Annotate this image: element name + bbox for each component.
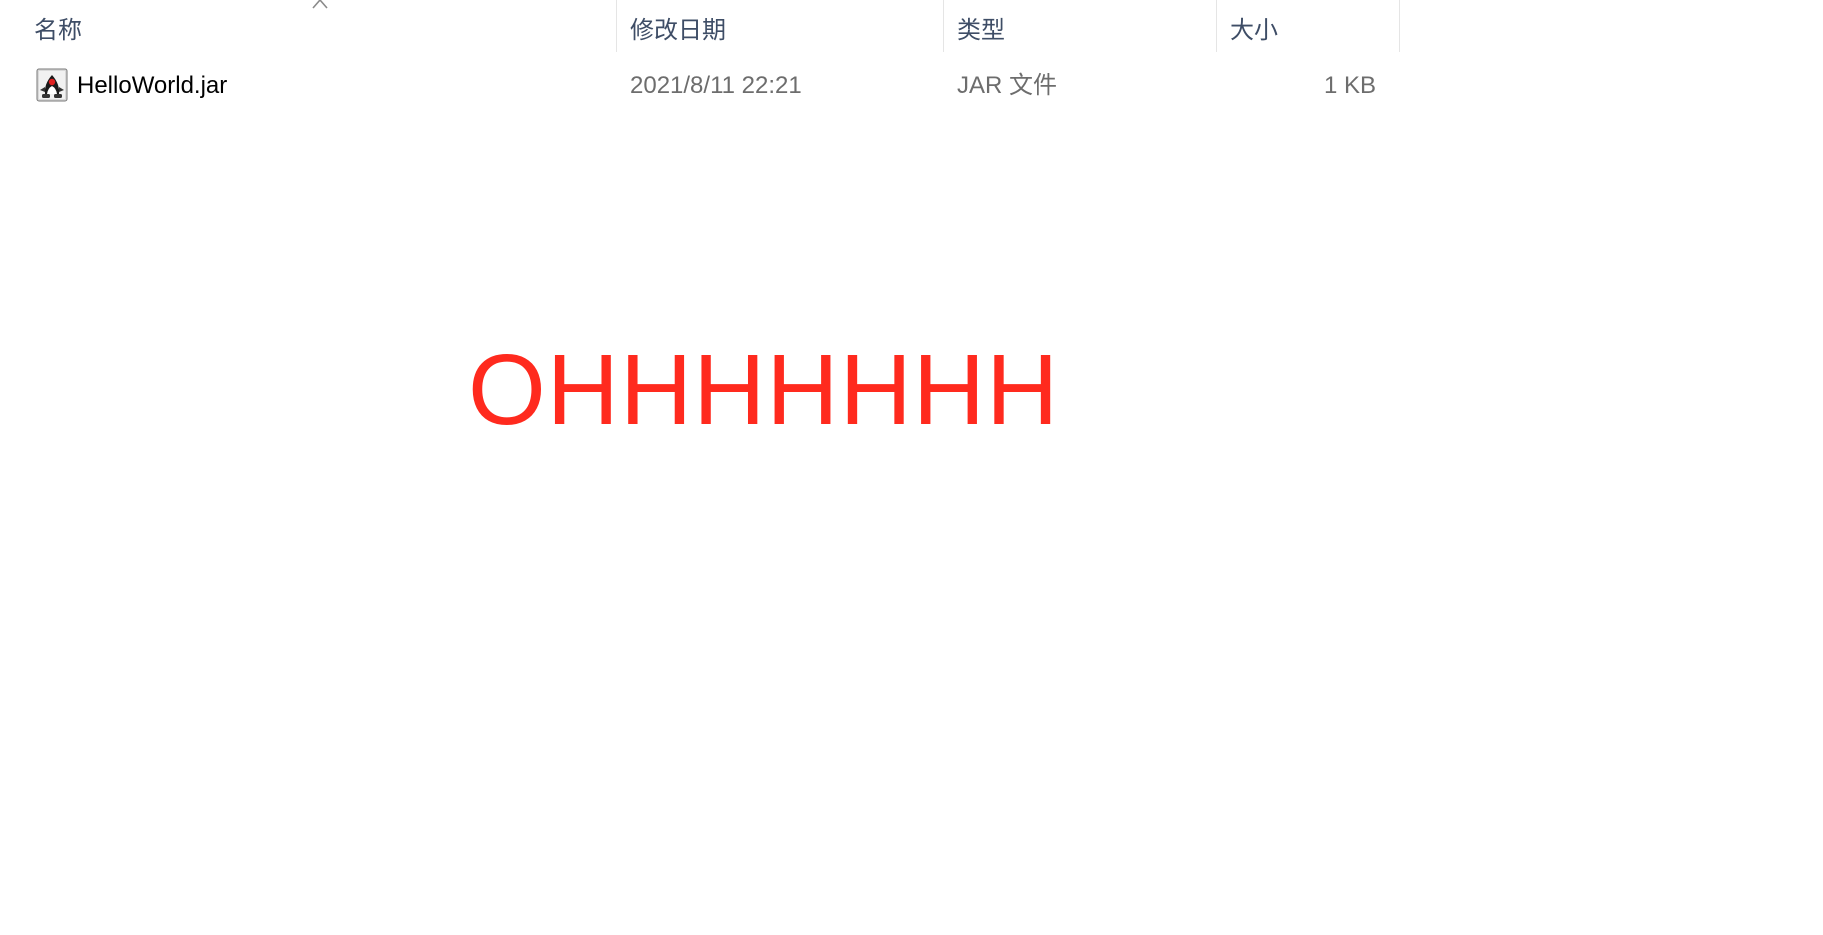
- file-name: HelloWorld.jar: [77, 72, 228, 99]
- column-header-size[interactable]: 大小: [1217, 0, 1400, 52]
- column-header-modified[interactable]: 修改日期: [617, 0, 944, 52]
- column-header-row: 名称 修改日期 类型 大小: [0, 0, 1400, 52]
- column-separator[interactable]: [1399, 0, 1400, 52]
- file-modified-date: 2021/8/11 22:21: [630, 72, 802, 99]
- column-header-modified-label: 修改日期: [630, 17, 726, 44]
- file-size: 1 KB: [1323, 72, 1376, 99]
- column-header-name-label: 名称: [34, 17, 82, 44]
- chevron-up-icon: [312, 0, 328, 9]
- overlay-annotation-text: OHHHHHHH: [468, 334, 1060, 446]
- file-type: JAR 文件: [957, 72, 1058, 99]
- java-jar-file-icon: [36, 68, 68, 102]
- file-row[interactable]: HelloWorld.jar 2021/8/11 22:21 JAR 文件 1 …: [0, 64, 1400, 108]
- file-explorer-view: 名称 修改日期 类型 大小 HelloWorld.jar 2021/8/11 2…: [0, 0, 1823, 935]
- column-header-type[interactable]: 类型: [944, 0, 1217, 52]
- column-header-type-label: 类型: [957, 17, 1005, 44]
- column-header-name[interactable]: 名称: [0, 0, 617, 52]
- column-header-size-label: 大小: [1230, 17, 1278, 44]
